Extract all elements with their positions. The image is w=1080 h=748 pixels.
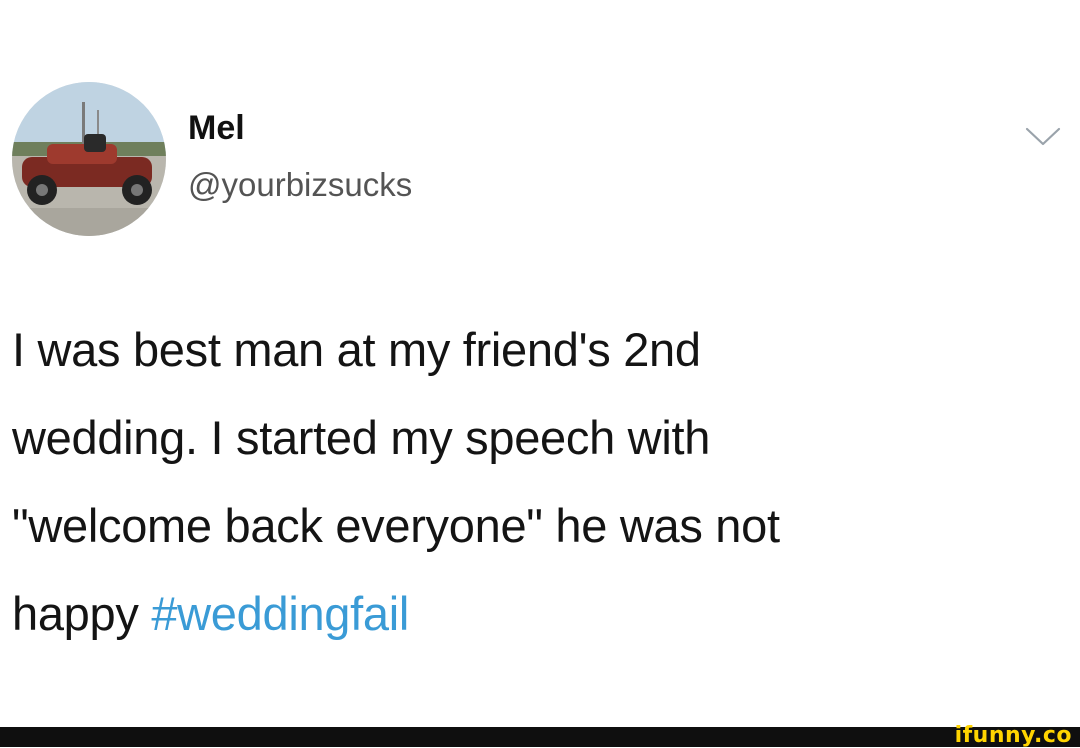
footer-bar: ifunny.co: [0, 723, 1080, 748]
tweet-card: Mel @yourbizsucks I was best man at my f…: [0, 0, 1080, 727]
tweet-text-line: I was best man at my friend's 2nd: [12, 323, 701, 376]
ifunny-watermark: ifunny.co: [954, 723, 1072, 748]
tweet-text-line-last: happy #weddingfail: [12, 570, 1062, 658]
author-display-name[interactable]: Mel: [188, 108, 245, 148]
author-avatar[interactable]: [12, 82, 166, 236]
tweet-text-line: wedding. I started my speech with: [12, 411, 711, 464]
hashtag-link[interactable]: #weddingfail: [151, 587, 409, 640]
chevron-down-icon: [1025, 127, 1061, 146]
author-handle[interactable]: @yourbizsucks: [188, 165, 412, 205]
tweet-text-prefix: happy: [12, 587, 152, 640]
avatar-photo-car-icon: [12, 82, 166, 236]
tweet-menu-button[interactable]: [1024, 124, 1062, 150]
tweet-text: I was best man at my friend's 2nd weddin…: [12, 306, 1062, 658]
tweet-text-line: "welcome back everyone" he was not: [12, 499, 780, 552]
